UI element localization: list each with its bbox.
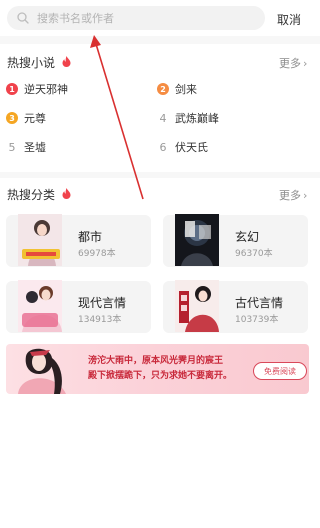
category-count: 103739本 (235, 315, 279, 325)
hot-search-item-3[interactable]: 3 元尊 (6, 110, 46, 126)
book-title: 逆天邪神 (24, 83, 68, 96)
banner-text-line-2: 殿下掀摆跪下，只为求她不要离开。 (88, 371, 233, 381)
category-count: 134913本 (78, 315, 122, 325)
fire-icon (62, 188, 71, 199)
book-title: 圣墟 (24, 141, 46, 154)
hot-search-item-5[interactable]: 5 圣墟 (6, 139, 47, 155)
hot-search-item-6[interactable]: 6 伏天氏 (157, 139, 209, 155)
book-title: 伏天氏 (175, 141, 208, 154)
free-read-button[interactable]: 免费阅读 (253, 362, 307, 380)
book-cover-image (18, 280, 62, 332)
search-box[interactable] (7, 6, 265, 30)
fire-icon (62, 56, 71, 67)
rank-number: 4 (159, 111, 167, 125)
hot-search-item-2[interactable]: 2 剑来 (157, 81, 197, 97)
rank-badge: 2 (157, 83, 169, 95)
book-cover-image (175, 214, 219, 266)
rank-number: 5 (8, 140, 16, 154)
book-cover-image (175, 280, 219, 332)
category-card-ancient-romance[interactable]: 古代言情 103739本 (163, 280, 308, 333)
hot-search-title: 热搜小说 (7, 56, 56, 70)
search-input[interactable] (37, 10, 257, 26)
rank-number: 6 (159, 140, 167, 154)
category-card-urban[interactable]: 都市 69978本 (6, 214, 151, 267)
banner-text-line-1: 滂沱大雨中，原本风光霁月的宸王 (88, 356, 224, 366)
book-title: 元尊 (24, 112, 46, 125)
book-title: 武炼巅峰 (175, 112, 219, 125)
hot-search-section: 热搜小说 更多 › 1 逆天邪神 2 剑来 3 元尊 4 武炼巅峰 5 圣墟 6 … (0, 44, 320, 172)
banner-text: 滂沱大雨中，原本风光霁月的宸王 殿下掀摆跪下，只为求她不要离开。 (88, 354, 248, 384)
cancel-button[interactable]: 取消 (277, 11, 301, 28)
category-name: 玄幻 (235, 230, 260, 244)
hot-search-item-1[interactable]: 1 逆天邪神 (6, 81, 68, 97)
rank-badge: 1 (6, 83, 18, 95)
chevron-right-icon: › (303, 189, 308, 202)
category-name: 都市 (78, 230, 103, 244)
promo-banner[interactable]: 滂沱大雨中，原本风光霁月的宸王 殿下掀摆跪下，只为求她不要离开。 免费阅读 (6, 344, 309, 394)
character-illustration (18, 348, 66, 394)
category-card-modern-romance[interactable]: 现代言情 134913本 (6, 280, 151, 333)
book-cover-image (18, 214, 62, 266)
hot-categories-more-link[interactable]: 更多 › (279, 187, 307, 203)
category-name: 现代言情 (78, 296, 127, 310)
search-bar: 取消 (0, 0, 320, 36)
search-icon (17, 12, 29, 24)
hot-search-item-4[interactable]: 4 武炼巅峰 (157, 110, 220, 126)
category-count: 96370本 (235, 249, 273, 259)
hot-categories-title: 热搜分类 (7, 188, 56, 202)
category-name: 古代言情 (235, 296, 284, 310)
category-count: 69978本 (78, 249, 116, 259)
category-card-fantasy[interactable]: 玄幻 96370本 (163, 214, 308, 267)
chevron-right-icon: › (303, 57, 308, 70)
hot-search-more-link[interactable]: 更多 › (279, 55, 307, 71)
rank-badge: 3 (6, 112, 18, 124)
book-title: 剑来 (175, 83, 197, 96)
